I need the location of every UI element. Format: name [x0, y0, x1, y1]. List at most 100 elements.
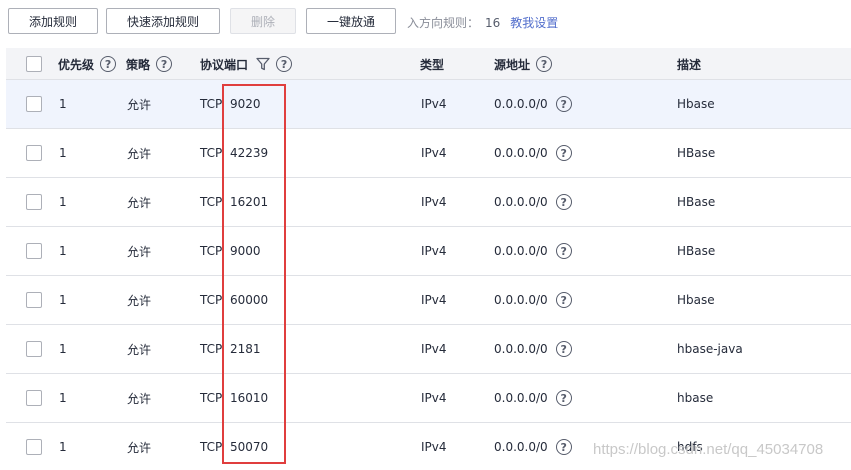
cell-port: 60000 — [230, 293, 269, 307]
cell-priority: 1 — [59, 342, 67, 356]
cell-source-value: 0.0.0.0/0 — [494, 440, 548, 454]
header-source-label: 源地址 — [494, 57, 531, 72]
inbound-rules-count: 16 — [485, 16, 501, 30]
cell-protocol: TCP — [200, 293, 223, 307]
cell-description: HBase — [677, 195, 716, 209]
cell-policy: 允许 — [127, 244, 152, 259]
header-protocol-port: 协议端口 ? — [200, 48, 293, 80]
help-icon[interactable]: ? — [555, 145, 572, 161]
cell-source-value: 0.0.0.0/0 — [494, 97, 548, 111]
row-checkbox[interactable] — [26, 292, 42, 308]
help-icon[interactable]: ? — [555, 292, 572, 308]
cell-priority: 1 — [59, 440, 67, 454]
cell-source: 0.0.0.0/0? — [494, 325, 572, 373]
cell-source: 0.0.0.0/0? — [494, 276, 572, 324]
help-icon[interactable]: ? — [555, 194, 572, 210]
cell-source-value: 0.0.0.0/0 — [494, 342, 548, 356]
table-row[interactable]: 1 允许 TCP 42239 IPv4 0.0.0.0/0? HBase — [6, 129, 851, 178]
cell-policy: 允许 — [127, 293, 152, 308]
quick-add-rule-button[interactable]: 快速添加规则 — [106, 8, 220, 34]
header-priority: 优先级? — [58, 48, 117, 80]
help-icon[interactable]: ? — [276, 56, 293, 72]
help-icon[interactable]: ? — [555, 439, 572, 455]
header-type: 类型 — [420, 57, 445, 72]
cell-port: 9000 — [230, 244, 261, 258]
cell-priority: 1 — [59, 97, 67, 111]
allow-all-button[interactable]: 一键放通 — [306, 8, 396, 34]
cell-priority: 1 — [59, 244, 67, 258]
cell-description: HBase — [677, 244, 716, 258]
help-icon[interactable]: ? — [100, 56, 117, 72]
row-checkbox[interactable] — [26, 390, 42, 406]
table-row[interactable]: 1 允许 TCP 50070 IPv4 0.0.0.0/0? hdfs — [6, 423, 851, 470]
cell-priority: 1 — [59, 146, 67, 160]
cell-source-value: 0.0.0.0/0 — [494, 244, 548, 258]
help-icon[interactable]: ? — [555, 341, 572, 357]
security-group-rules-table: 优先级? 策略? 协议端口 ? 类型 源地址? 描述 1 允许 TCP 9020… — [6, 48, 851, 470]
cell-type: IPv4 — [421, 293, 447, 307]
table-row[interactable]: 1 允许 TCP 60000 IPv4 0.0.0.0/0? Hbase — [6, 276, 851, 325]
cell-type: IPv4 — [421, 244, 447, 258]
cell-source-value: 0.0.0.0/0 — [494, 293, 548, 307]
cell-type: IPv4 — [421, 391, 447, 405]
cell-description: Hbase — [677, 97, 715, 111]
filter-icon[interactable] — [256, 57, 270, 71]
table-row[interactable]: 1 允许 TCP 9020 IPv4 0.0.0.0/0? Hbase — [6, 80, 851, 129]
cell-description: Hbase — [677, 293, 715, 307]
inbound-rules-info: 入方向规则： 16 教我设置 — [407, 14, 558, 31]
cell-policy: 允许 — [127, 391, 152, 406]
cell-source: 0.0.0.0/0? — [494, 423, 572, 470]
cell-protocol: TCP — [200, 391, 223, 405]
cell-protocol: TCP — [200, 440, 223, 454]
cell-port: 16010 — [230, 391, 269, 405]
cell-protocol: TCP — [200, 146, 223, 160]
header-policy-label: 策略 — [126, 57, 151, 72]
cell-priority: 1 — [59, 391, 67, 405]
row-checkbox[interactable] — [26, 96, 42, 112]
cell-description: hbase-java — [677, 342, 743, 356]
cell-source: 0.0.0.0/0? — [494, 178, 572, 226]
help-icon[interactable]: ? — [536, 56, 553, 72]
help-icon[interactable]: ? — [555, 96, 572, 112]
cell-protocol: TCP — [200, 97, 223, 111]
row-checkbox[interactable] — [26, 243, 42, 259]
delete-button[interactable]: 删除 — [230, 8, 296, 34]
cell-type: IPv4 — [421, 195, 447, 209]
row-checkbox[interactable] — [26, 145, 42, 161]
add-rule-button[interactable]: 添加规则 — [8, 8, 98, 34]
cell-source-value: 0.0.0.0/0 — [494, 391, 548, 405]
cell-policy: 允许 — [127, 342, 152, 357]
cell-source: 0.0.0.0/0? — [494, 374, 572, 422]
cell-source: 0.0.0.0/0? — [494, 227, 572, 275]
table-header: 优先级? 策略? 协议端口 ? 类型 源地址? 描述 — [6, 48, 851, 80]
row-checkbox[interactable] — [26, 439, 42, 455]
help-icon[interactable]: ? — [555, 243, 572, 259]
cell-policy: 允许 — [127, 195, 152, 210]
row-checkbox[interactable] — [26, 194, 42, 210]
tutorial-link[interactable]: 教我设置 — [510, 16, 558, 30]
cell-policy: 允许 — [127, 146, 152, 161]
cell-port: 42239 — [230, 146, 269, 160]
select-all-checkbox[interactable] — [26, 55, 42, 72]
header-priority-label: 优先级 — [58, 57, 95, 72]
header-policy: 策略? — [126, 48, 173, 80]
table-row[interactable]: 1 允许 TCP 2181 IPv4 0.0.0.0/0? hbase-java — [6, 325, 851, 374]
cell-port: 16201 — [230, 195, 269, 209]
inbound-rules-label: 入方向规则： — [407, 16, 480, 30]
table-row[interactable]: 1 允许 TCP 16010 IPv4 0.0.0.0/0? hbase — [6, 374, 851, 423]
help-icon[interactable]: ? — [555, 390, 572, 406]
row-checkbox[interactable] — [26, 341, 42, 357]
table-row[interactable]: 1 允许 TCP 16201 IPv4 0.0.0.0/0? HBase — [6, 178, 851, 227]
help-icon[interactable]: ? — [156, 56, 173, 72]
cell-description: HBase — [677, 146, 716, 160]
cell-description: hbase — [677, 391, 714, 405]
table-row[interactable]: 1 允许 TCP 9000 IPv4 0.0.0.0/0? HBase — [6, 227, 851, 276]
cell-port: 50070 — [230, 440, 269, 454]
cell-priority: 1 — [59, 195, 67, 209]
cell-source-value: 0.0.0.0/0 — [494, 195, 548, 209]
cell-port: 9020 — [230, 97, 261, 111]
cell-policy: 允许 — [127, 97, 152, 112]
cell-source: 0.0.0.0/0? — [494, 80, 572, 128]
cell-policy: 允许 — [127, 440, 152, 455]
cell-protocol: TCP — [200, 342, 223, 356]
